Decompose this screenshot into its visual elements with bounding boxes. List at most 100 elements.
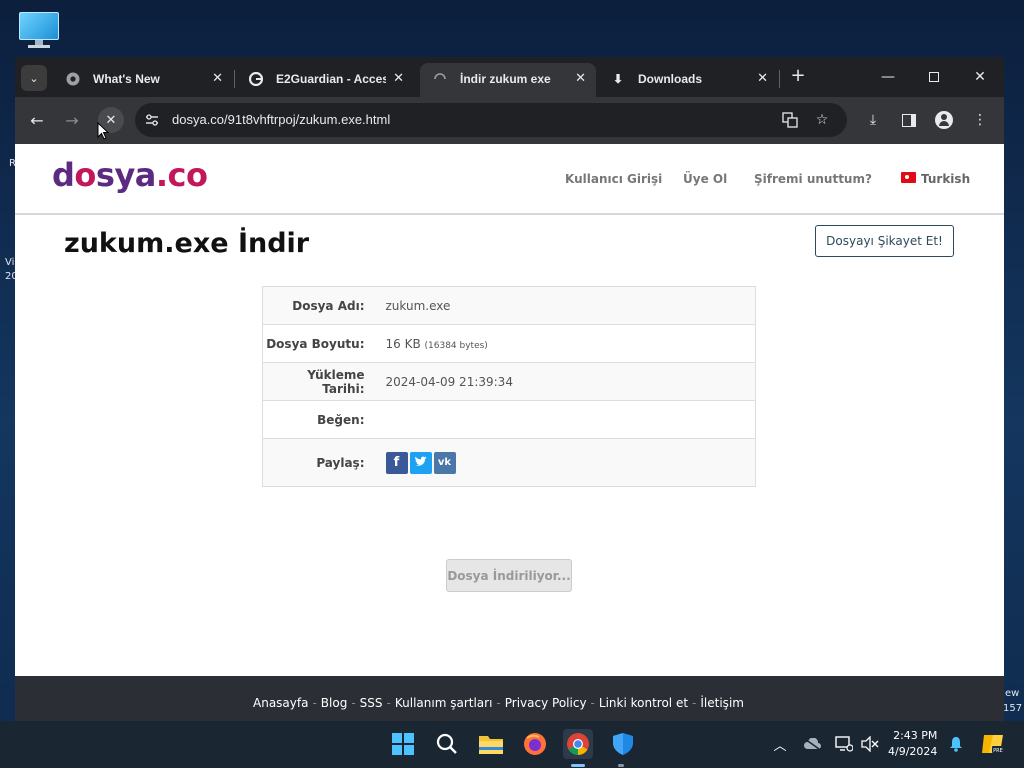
language-selector[interactable]: Turkish (921, 172, 970, 186)
report-file-button[interactable]: Dosyayı Şikayet Et! (815, 225, 954, 257)
tab-downloads[interactable]: ⬇ Downloads ✕ (598, 63, 778, 97)
upload-date-value: 2024-04-09 21:39:34 (372, 362, 756, 401)
tab-indir-zukum[interactable]: İndir zukum exe ✕ (420, 63, 596, 97)
file-size-label: Dosya Boyutu: (262, 324, 373, 363)
menu-button[interactable]: ⋮ (969, 109, 991, 131)
table-row: Dosya Adı: zukum.exe (262, 286, 756, 325)
chrome-icon (567, 733, 589, 755)
search-button[interactable] (432, 729, 462, 759)
file-size-value: 16 KB (385, 336, 421, 351)
browser-toolbar: ← → ✕ dosya.co/91t8vhftrpoj/zukum.exe.ht… (15, 97, 1004, 144)
address-bar[interactable]: dosya.co/91t8vhftrpoj/zukum.exe.html ☆ (135, 103, 847, 137)
file-size-cell: 16 KB (16384 bytes) (372, 324, 756, 363)
minimize-button[interactable]: — (865, 63, 911, 91)
site-logo[interactable]: dosya.co (52, 156, 208, 194)
tab-separator (234, 70, 235, 88)
tab-label: E2Guardian - Access (276, 72, 386, 86)
mouse-cursor-icon (97, 122, 109, 140)
download-icon: ⤓ (869, 112, 877, 128)
footer-link-check[interactable]: Linki kontrol et (599, 696, 688, 710)
chrome-taskbar-button[interactable] (563, 729, 593, 759)
tab-label: Downloads (638, 72, 703, 86)
footer-link-contact[interactable]: İletişim (700, 696, 744, 710)
arrow-left-icon: ← (30, 110, 44, 130)
footer-separator: - (386, 696, 391, 710)
nav-register-link[interactable]: Üye Ol (683, 172, 727, 186)
close-icon[interactable]: ✕ (575, 70, 586, 86)
footer-link-home[interactable]: Anasayfa (253, 696, 308, 710)
translate-icon[interactable] (781, 111, 799, 129)
profile-button[interactable] (933, 109, 955, 131)
tab-bar: ⌄ What's New ✕ E2Guardian - Access ✕ İnd… (15, 57, 1004, 97)
firefox-button[interactable] (520, 729, 550, 759)
loading-spinner-icon (432, 71, 448, 87)
start-button[interactable] (388, 729, 418, 759)
close-icon[interactable]: ✕ (212, 70, 223, 86)
page-title: zukum.exe İndir (64, 228, 310, 259)
clock-time: 2:43 PM (893, 729, 938, 742)
turkey-flag-icon (901, 172, 916, 183)
file-info-table: Dosya Adı: zukum.exe Dosya Boyutu: 16 KB… (262, 286, 756, 487)
chevron-down-icon: ⌄ (29, 71, 39, 85)
minimize-icon: — (881, 69, 895, 85)
facebook-icon[interactable]: f (385, 451, 408, 474)
taskbar: ︿ 2:43 PM 4/9/2024 PRE (0, 721, 1024, 768)
chrome-icon (65, 71, 81, 87)
side-panel-button[interactable] (898, 109, 920, 131)
tab-whats-new[interactable]: What's New ✕ (53, 63, 233, 97)
url-text[interactable]: dosya.co/91t8vhftrpoj/zukum.exe.html (172, 112, 390, 127)
upload-date-label: Yükleme Tarihi: (262, 362, 373, 401)
this-pc-icon[interactable] (17, 10, 61, 50)
back-button[interactable]: ← (26, 109, 48, 131)
folder-icon (479, 736, 503, 754)
system-clock[interactable]: 2:43 PM 4/9/2024 (888, 728, 937, 760)
defender-button[interactable] (608, 729, 638, 759)
close-icon[interactable]: ✕ (757, 70, 768, 86)
tab-label: What's New (93, 72, 160, 86)
footer-link-blog[interactable]: Blog (321, 696, 348, 710)
avatar (935, 111, 953, 129)
bookmark-star-icon[interactable]: ☆ (813, 111, 831, 129)
arrow-right-icon: → (65, 110, 79, 130)
file-name-value: zukum.exe (372, 286, 756, 325)
tab-search-button[interactable]: ⌄ (21, 65, 47, 91)
table-row: Paylaş: f vk (262, 438, 756, 487)
forward-button[interactable]: → (61, 109, 83, 131)
web-page: dosya.co Kullanıcı Girişi Üye Ol Şifremi… (15, 144, 1004, 721)
onedrive-icon[interactable] (802, 734, 822, 754)
footer-separator: - (692, 696, 697, 710)
twitter-icon[interactable] (409, 451, 432, 474)
footer-separator: - (590, 696, 595, 710)
footer-link-faq[interactable]: SSS (360, 696, 383, 710)
tray-overflow-button[interactable]: ︿ (770, 734, 790, 754)
share-label: Paylaş: (262, 438, 373, 487)
footer-link-terms[interactable]: Kullanım şartları (395, 696, 493, 710)
file-explorer-button[interactable] (476, 729, 506, 759)
file-name-label: Dosya Adı: (262, 286, 373, 325)
site-info-icon[interactable] (143, 111, 161, 129)
side-panel-icon (902, 113, 916, 127)
site-header: dosya.co Kullanıcı Girişi Üye Ol Şifremi… (15, 144, 1004, 215)
copilot-preview-icon[interactable]: PRE (980, 734, 1006, 754)
footer-separator: - (351, 696, 356, 710)
nav-forgot-password-link[interactable]: Şifremi unuttum? (754, 172, 872, 186)
desktop-edge-text: 157 (1003, 703, 1023, 714)
tab-label: İndir zukum exe (460, 72, 551, 86)
close-window-button[interactable]: ✕ (957, 63, 1003, 91)
search-icon (436, 733, 457, 754)
volume-muted-icon[interactable] (860, 734, 880, 754)
downloads-button[interactable]: ⤓ (862, 109, 884, 131)
notification-bell-icon[interactable] (946, 734, 966, 754)
footer-separator: - (496, 696, 501, 710)
maximize-button[interactable] (911, 63, 957, 91)
network-icon[interactable] (834, 734, 854, 754)
close-icon[interactable]: ✕ (393, 70, 404, 86)
firefox-icon (524, 733, 546, 755)
footer-link-privacy[interactable]: Privacy Policy (505, 696, 587, 710)
vk-icon[interactable]: vk (433, 451, 456, 474)
tab-e2guardian[interactable]: E2Guardian - Access ✕ (236, 63, 414, 97)
like-label: Beğen: (262, 400, 373, 439)
download-button[interactable]: Dosya İndiriliyor... (446, 559, 572, 592)
nav-login-link[interactable]: Kullanıcı Girişi (565, 172, 662, 186)
new-tab-button[interactable]: + (787, 65, 809, 86)
